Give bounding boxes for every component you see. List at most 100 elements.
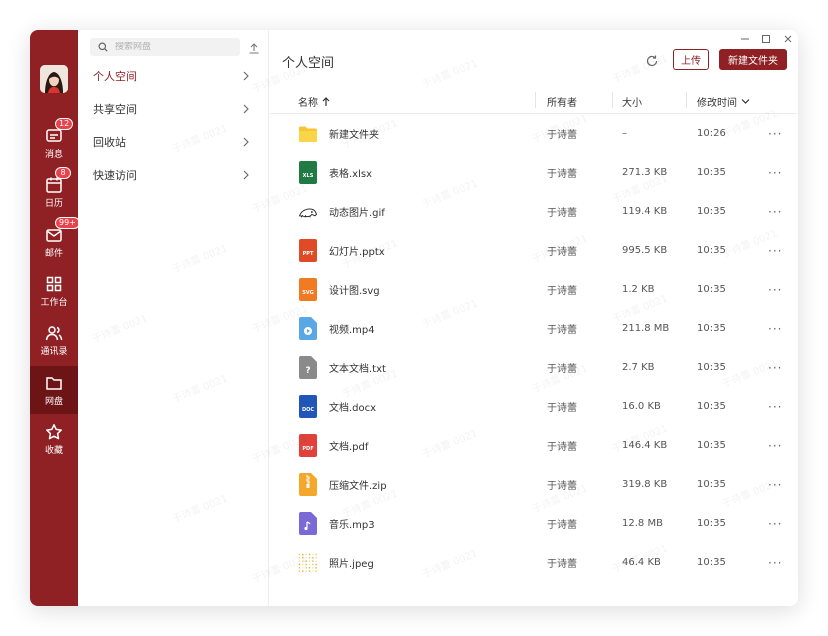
- minimize-icon[interactable]: [738, 32, 752, 46]
- column-divider[interactable]: [612, 92, 613, 108]
- file-name[interactable]: 音乐.mp3: [329, 504, 375, 543]
- more-actions-button[interactable]: ···: [768, 192, 782, 231]
- avatar[interactable]: [40, 65, 68, 93]
- file-owner: 于诗蕾: [547, 481, 577, 492]
- table-row[interactable]: SVG 设计图.svg 于诗蕾 1.2 KB 10:35 ···: [270, 270, 798, 309]
- maximize-icon[interactable]: [759, 32, 773, 46]
- column-header-modified[interactable]: 修改时间: [697, 94, 750, 109]
- rail-item-drive[interactable]: 网盘: [30, 366, 78, 414]
- file-modified-time: 10:35: [697, 440, 726, 451]
- calendar-icon: 8: [44, 167, 71, 195]
- rail-label: 消息: [44, 150, 63, 160]
- file-list-panel: 个人空间 上传 新建文件夹 名称 所有者 大小 修改时间 新建文件夹 于诗蕾 –…: [270, 30, 798, 606]
- column-divider[interactable]: [535, 92, 536, 108]
- table-row[interactable]: 压缩文件.zip 于诗蕾 319.8 KB 10:35 ···: [270, 465, 798, 504]
- more-actions-button[interactable]: ···: [768, 465, 782, 504]
- file-modified-time: 10:35: [697, 323, 726, 334]
- file-size: 119.4 KB: [622, 206, 668, 217]
- column-header-name[interactable]: 名称: [298, 94, 330, 109]
- file-size: 211.8 MB: [622, 323, 670, 334]
- table-row[interactable]: 新建文件夹 于诗蕾 – 10:26 ···: [270, 114, 798, 153]
- more-actions-button[interactable]: ···: [768, 543, 782, 582]
- rail-item-workbench[interactable]: 工作台: [30, 267, 78, 315]
- badge-calendar: 8: [55, 167, 71, 179]
- more-actions-button[interactable]: ···: [768, 153, 782, 192]
- file-name[interactable]: 文档.docx: [329, 387, 376, 426]
- file-name[interactable]: 设计图.svg: [329, 270, 380, 309]
- more-actions-button[interactable]: ···: [768, 426, 782, 465]
- drive-sidebar: 个人空间 共享空间 回收站 快速访问: [78, 30, 269, 606]
- file-modified-time: 10:35: [697, 167, 726, 178]
- rail-item-favorites[interactable]: 收藏: [30, 415, 78, 463]
- page-title: 个人空间: [282, 56, 335, 71]
- search-icon: [98, 42, 108, 52]
- table-row[interactable]: 音乐.mp3 于诗蕾 12.8 MB 10:35 ···: [270, 504, 798, 543]
- file-modified-time: 10:35: [697, 557, 726, 568]
- badge-mail: 99+: [55, 217, 80, 229]
- chevron-right-icon: [243, 104, 249, 114]
- file-name[interactable]: 文本文档.txt: [329, 348, 386, 387]
- chevron-right-icon: [243, 170, 249, 180]
- file-name[interactable]: 视频.mp4: [329, 309, 375, 348]
- file-modified-time: 10:35: [697, 518, 726, 529]
- more-actions-button[interactable]: ···: [768, 504, 782, 543]
- contacts-icon: [44, 323, 64, 343]
- file-name[interactable]: 照片.jpeg: [329, 543, 374, 582]
- close-icon[interactable]: [781, 32, 795, 46]
- table-row[interactable]: XLS 表格.xlsx 于诗蕾 271.3 KB 10:35 ···: [270, 153, 798, 192]
- search-box[interactable]: [90, 38, 240, 56]
- table-row[interactable]: PPT 幻灯片.pptx 于诗蕾 995.5 KB 10:35 ···: [270, 231, 798, 270]
- mp4-file-icon: [298, 309, 318, 348]
- rail-item-mail[interactable]: 99+ 邮件: [30, 217, 80, 266]
- rail-item-messages[interactable]: 12 消息: [30, 118, 78, 167]
- rail-label: 收藏: [44, 446, 63, 456]
- sidebar-item-shared-space[interactable]: 共享空间: [78, 95, 268, 123]
- more-actions-button[interactable]: ···: [768, 270, 782, 309]
- file-owner: 于诗蕾: [547, 520, 577, 531]
- more-actions-button[interactable]: ···: [768, 309, 782, 348]
- file-name[interactable]: 幻灯片.pptx: [329, 231, 385, 270]
- more-actions-button[interactable]: ···: [768, 231, 782, 270]
- rail-item-contacts[interactable]: 通讯录: [30, 316, 78, 364]
- table-row[interactable]: PDF 文档.pdf 于诗蕾 146.4 KB 10:35 ···: [270, 426, 798, 465]
- more-actions-button[interactable]: ···: [768, 348, 782, 387]
- file-name[interactable]: 动态图片.gif: [329, 192, 385, 231]
- table-row[interactable]: 动态图片.gif 于诗蕾 119.4 KB 10:35 ···: [270, 192, 798, 231]
- upload-button[interactable]: 上传: [673, 49, 709, 70]
- chevron-right-icon: [243, 137, 249, 147]
- column-header-owner[interactable]: 所有者: [547, 94, 577, 109]
- column-header-label: 名称: [298, 98, 318, 109]
- refresh-icon[interactable]: [645, 53, 659, 67]
- file-owner: 于诗蕾: [547, 403, 577, 414]
- table-row[interactable]: 照片.jpeg 于诗蕾 46.4 KB 10:35 ···: [270, 543, 798, 582]
- file-name[interactable]: 新建文件夹: [329, 114, 379, 153]
- table-row[interactable]: DOC 文档.docx 于诗蕾 16.0 KB 10:35 ···: [270, 387, 798, 426]
- file-name[interactable]: 压缩文件.zip: [329, 465, 387, 504]
- rail-label: 工作台: [40, 298, 68, 308]
- new-folder-button[interactable]: 新建文件夹: [719, 49, 787, 70]
- column-header-label: 大小: [622, 98, 642, 109]
- more-actions-button[interactable]: ···: [768, 114, 782, 153]
- rail-label: 网盘: [44, 397, 63, 407]
- column-divider[interactable]: [686, 92, 687, 108]
- file-modified-time: 10:35: [697, 284, 726, 295]
- rail-item-calendar[interactable]: 8 日历: [30, 167, 78, 216]
- jpeg-file-icon: [298, 543, 318, 582]
- sidebar-item-recycle-bin[interactable]: 回收站: [78, 128, 268, 156]
- more-actions-button[interactable]: ···: [768, 387, 782, 426]
- file-size: 12.8 MB: [622, 518, 663, 529]
- column-header-label: 所有者: [547, 98, 577, 109]
- file-name[interactable]: 表格.xlsx: [329, 153, 372, 192]
- table-row[interactable]: 视频.mp4 于诗蕾 211.8 MB 10:35 ···: [270, 309, 798, 348]
- file-modified-time: 10:35: [697, 401, 726, 412]
- search-input[interactable]: [115, 42, 225, 52]
- table-row[interactable]: ? 文本文档.txt 于诗蕾 2.7 KB 10:35 ···: [270, 348, 798, 387]
- file-modified-time: 10:26: [697, 128, 726, 139]
- sidebar-item-label: 个人空间: [93, 70, 137, 83]
- sidebar-item-quick-access[interactable]: 快速访问: [78, 161, 268, 189]
- star-icon: [44, 422, 64, 442]
- column-header-size[interactable]: 大小: [622, 94, 642, 109]
- upload-icon[interactable]: [247, 40, 261, 54]
- file-name[interactable]: 文档.pdf: [329, 426, 368, 465]
- sidebar-item-personal-space[interactable]: 个人空间: [78, 62, 268, 90]
